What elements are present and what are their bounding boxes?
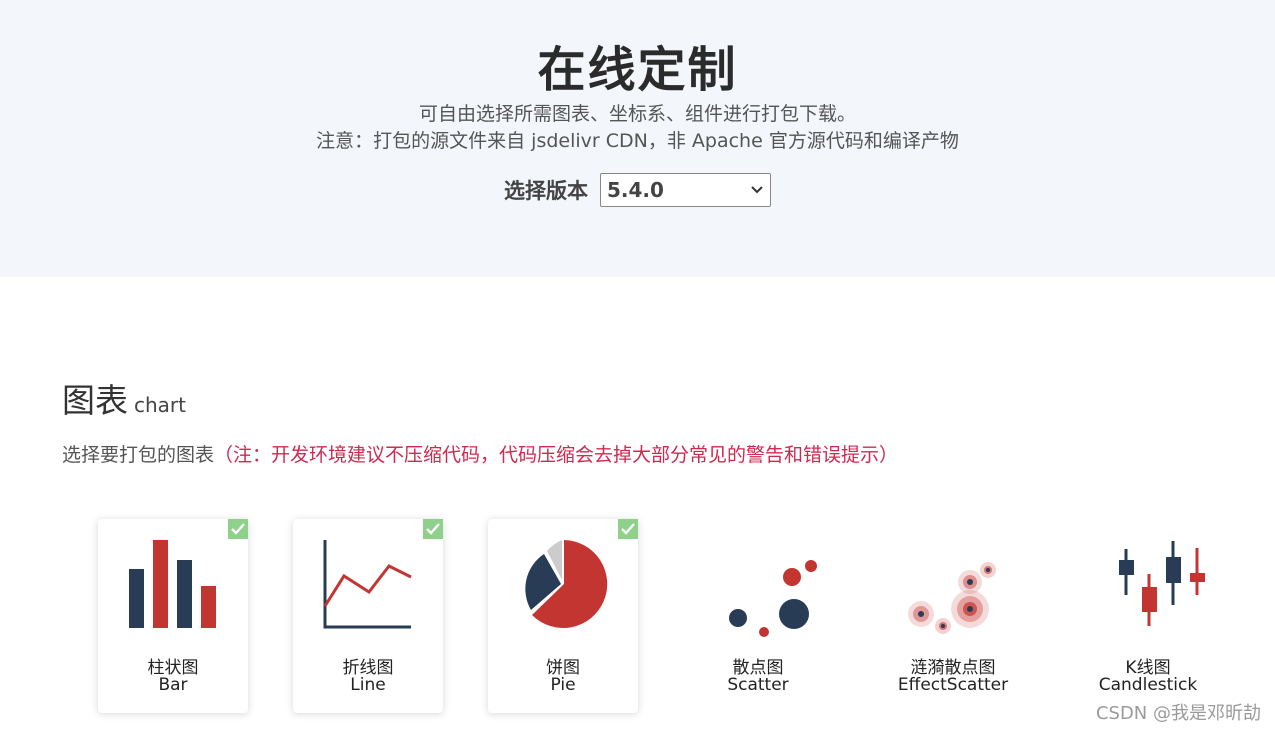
section-title: 图表 chart (62, 374, 186, 422)
chevron-down-icon (751, 186, 763, 194)
hero-section: 在线定制 可自由选择所需图表、坐标系、组件进行打包下载。 注意：打包的源文件来自… (0, 0, 1275, 277)
version-label: 选择版本 (504, 179, 588, 203)
chart-name-en: Bar (158, 675, 188, 695)
section-title-en: chart (134, 393, 186, 417)
chart-card-bar[interactable]: 柱状图 Bar (98, 519, 248, 713)
bar-chart-icon (129, 540, 216, 628)
chart-name-en: Line (350, 675, 386, 695)
chart-name-en: Scatter (727, 675, 789, 695)
chart-card-effect-scatter[interactable]: 涟漪散点图 EffectScatter (878, 519, 1028, 713)
effect-scatter-chart-icon (908, 562, 996, 634)
section-description: 选择要打包的图表（注：开发环境建议不压缩代码，代码压缩会去掉大部分常见的警告和错… (62, 440, 898, 467)
version-row: 选择版本 5.4.0 (0, 173, 1275, 207)
version-select[interactable]: 5.4.0 (600, 173, 771, 207)
section-note: （注：开发环境建议不压缩代码，代码压缩会去掉大部分常见的警告和错误提示） (214, 444, 899, 466)
version-value: 5.4.0 (607, 178, 664, 202)
chart-name-en: EffectScatter (897, 675, 1009, 695)
scatter-chart-icon (729, 560, 817, 637)
section-title-zh: 图表 (62, 381, 128, 420)
notice-text: 注意：打包的源文件来自 jsdelivr CDN，非 Apache 官方源代码和… (316, 130, 959, 152)
intro-text: 可自由选择所需图表、坐标系、组件进行打包下载。 (418, 103, 856, 125)
chart-card-candlestick[interactable]: K线图 Candlestick (1073, 519, 1223, 713)
section-desc-text: 选择要打包的图表 (62, 444, 215, 466)
candlestick-chart-icon (1119, 541, 1205, 626)
chart-name-en: Candlestick (1098, 675, 1198, 695)
chart-card-line[interactable]: 折线图 Line (293, 519, 443, 713)
pie-chart-icon (525, 540, 608, 628)
chart-name-en: Pie (550, 675, 576, 695)
chart-card-scatter[interactable]: 散点图 Scatter (683, 519, 833, 713)
watermark: CSDN @我是邓昕劼 (1095, 703, 1261, 724)
chart-card-pie[interactable]: 饼图 Pie (488, 519, 638, 713)
line-chart-icon (323, 540, 412, 629)
page-title: 在线定制 (537, 42, 738, 98)
